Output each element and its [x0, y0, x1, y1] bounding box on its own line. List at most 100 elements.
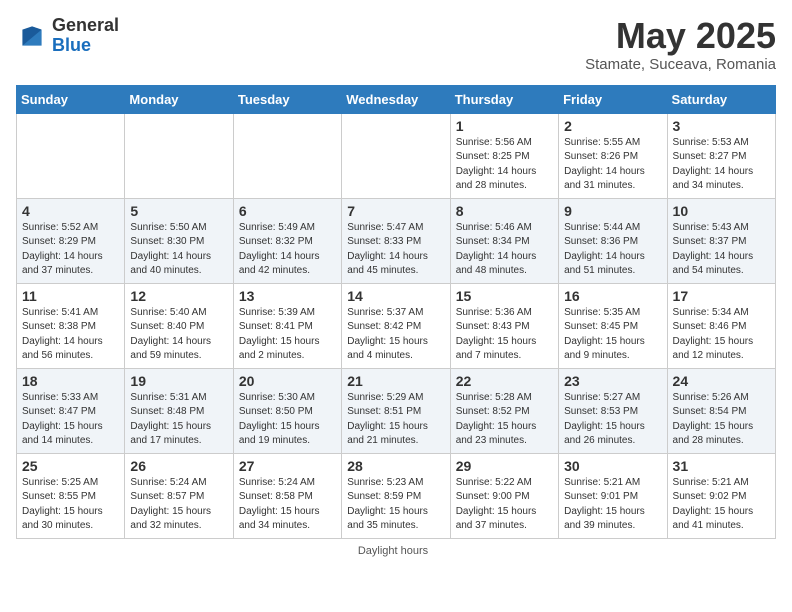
title-block: May 2025 Stamate, Suceava, Romania: [585, 16, 776, 73]
calendar-cell: [233, 113, 341, 198]
calendar-cell: 22Sunrise: 5:28 AM Sunset: 8:52 PM Dayli…: [450, 368, 558, 453]
calendar-cell: 15 Sunrise: 5:36 AM Sunset: 8:43 PM Dayli…: [450, 283, 558, 368]
day-info: Sunrise: 5:34 AM Sunset: 8:46 PM Dayligh…: [673, 306, 770, 364]
day-info: Sunrise: 5:50 AM Sunset: 8:30 PM Dayligh…: [130, 221, 227, 279]
day-info: Sunrise: 5:21 AM Sunset: 9:02 PM Dayligh…: [673, 476, 770, 534]
calendar-week-row: 18 Sunrise: 5:33 AM Sunset: 8:47 PM Dayli…: [17, 368, 776, 453]
calendar-footer: Daylight hours: [16, 545, 776, 557]
weekday-header-tuesday: Tuesday: [233, 85, 341, 113]
calendar-cell: 8Sunrise: 5:46 AM Sunset: 8:34 PM Daylig…: [450, 198, 558, 283]
day-number: 31: [673, 458, 770, 474]
calendar-week-row: 25 Sunrise: 5:25 AM Sunset: 8:55 PM Dayli…: [17, 453, 776, 538]
weekday-header-saturday: Saturday: [667, 85, 775, 113]
calendar-cell: 3Sunrise: 5:53 AM Sunset: 8:27 PM Daylig…: [667, 113, 775, 198]
calendar-cell: 19 Sunrise: 5:31 AM Sunset: 8:48 PM Dayli…: [125, 368, 233, 453]
day-number: 13: [239, 288, 336, 304]
calendar-cell: 5 Sunrise: 5:50 AM Sunset: 8:30 PM Daylig…: [125, 198, 233, 283]
day-number: 2: [564, 118, 661, 134]
day-number: 1: [456, 118, 553, 134]
day-number: 20: [239, 373, 336, 389]
calendar-cell: 29Sunrise: 5:22 AM Sunset: 9:00 PM Dayli…: [450, 453, 558, 538]
weekday-header-friday: Friday: [559, 85, 667, 113]
calendar-cell: 28 Sunrise: 5:23 AM Sunset: 8:59 PM Dayli…: [342, 453, 450, 538]
day-info: Sunrise: 5:24 AM Sunset: 8:58 PM Dayligh…: [239, 476, 336, 534]
day-number: 9: [564, 203, 661, 219]
calendar-cell: [17, 113, 125, 198]
day-info: Sunrise: 5:43 AM Sunset: 8:37 PM Dayligh…: [673, 221, 770, 279]
day-info: Sunrise: 5:39 AM Sunset: 8:41 PM Dayligh…: [239, 306, 336, 364]
day-number: 24: [673, 373, 770, 389]
logo-text: General Blue: [52, 16, 119, 56]
day-number: 26: [130, 458, 227, 474]
logo: General Blue: [16, 16, 119, 56]
day-info: Sunrise: 5:36 AM Sunset: 8:43 PM Dayligh…: [456, 306, 553, 364]
day-number: 25: [22, 458, 119, 474]
day-info: Sunrise: 5:30 AM Sunset: 8:50 PM Dayligh…: [239, 391, 336, 449]
calendar-cell: 21Sunrise: 5:29 AM Sunset: 8:51 PM Dayli…: [342, 368, 450, 453]
calendar-cell: 16 Sunrise: 5:35 AM Sunset: 8:45 PM Dayli…: [559, 283, 667, 368]
weekday-header-sunday: Sunday: [17, 85, 125, 113]
day-number: 12: [130, 288, 227, 304]
calendar-cell: 12 Sunrise: 5:40 AM Sunset: 8:40 PM Dayli…: [125, 283, 233, 368]
calendar-week-row: 1 Sunrise: 5:56 AM Sunset: 8:25 PM Daylig…: [17, 113, 776, 198]
day-info: Sunrise: 5:31 AM Sunset: 8:48 PM Dayligh…: [130, 391, 227, 449]
day-info: Sunrise: 5:47 AM Sunset: 8:33 PM Dayligh…: [347, 221, 444, 279]
day-number: 22: [456, 373, 553, 389]
day-number: 16: [564, 288, 661, 304]
calendar-cell: 9 Sunrise: 5:44 AM Sunset: 8:36 PM Daylig…: [559, 198, 667, 283]
day-info: Sunrise: 5:27 AM Sunset: 8:53 PM Dayligh…: [564, 391, 661, 449]
page-header: General Blue May 2025 Stamate, Suceava, …: [16, 16, 776, 73]
day-number: 19: [130, 373, 227, 389]
day-info: Sunrise: 5:55 AM Sunset: 8:26 PM Dayligh…: [564, 136, 661, 194]
calendar-cell: 1 Sunrise: 5:56 AM Sunset: 8:25 PM Daylig…: [450, 113, 558, 198]
logo-blue: Blue: [52, 36, 119, 56]
weekday-header-monday: Monday: [125, 85, 233, 113]
day-number: 18: [22, 373, 119, 389]
calendar-cell: [342, 113, 450, 198]
day-number: 15: [456, 288, 553, 304]
calendar-cell: 17 Sunrise: 5:34 AM Sunset: 8:46 PM Dayli…: [667, 283, 775, 368]
day-number: 23: [564, 373, 661, 389]
calendar-cell: 26 Sunrise: 5:24 AM Sunset: 8:57 PM Dayli…: [125, 453, 233, 538]
calendar-cell: 7Sunrise: 5:47 AM Sunset: 8:33 PM Daylig…: [342, 198, 450, 283]
logo-icon: [16, 20, 48, 52]
weekday-header-wednesday: Wednesday: [342, 85, 450, 113]
day-number: 17: [673, 288, 770, 304]
day-number: 21: [347, 373, 444, 389]
calendar-cell: 10Sunrise: 5:43 AM Sunset: 8:37 PM Dayli…: [667, 198, 775, 283]
day-info: Sunrise: 5:56 AM Sunset: 8:25 PM Dayligh…: [456, 136, 553, 194]
day-info: Sunrise: 5:41 AM Sunset: 8:38 PM Dayligh…: [22, 306, 119, 364]
day-number: 14: [347, 288, 444, 304]
day-info: Sunrise: 5:40 AM Sunset: 8:40 PM Dayligh…: [130, 306, 227, 364]
day-info: Sunrise: 5:21 AM Sunset: 9:01 PM Dayligh…: [564, 476, 661, 534]
day-info: Sunrise: 5:24 AM Sunset: 8:57 PM Dayligh…: [130, 476, 227, 534]
day-info: Sunrise: 5:25 AM Sunset: 8:55 PM Dayligh…: [22, 476, 119, 534]
weekday-header-thursday: Thursday: [450, 85, 558, 113]
day-number: 11: [22, 288, 119, 304]
calendar-cell: 20 Sunrise: 5:30 AM Sunset: 8:50 PM Dayli…: [233, 368, 341, 453]
day-info: Sunrise: 5:35 AM Sunset: 8:45 PM Dayligh…: [564, 306, 661, 364]
logo-general: General: [52, 16, 119, 36]
calendar-cell: 13 Sunrise: 5:39 AM Sunset: 8:41 PM Dayli…: [233, 283, 341, 368]
day-info: Sunrise: 5:33 AM Sunset: 8:47 PM Dayligh…: [22, 391, 119, 449]
day-info: Sunrise: 5:44 AM Sunset: 8:36 PM Dayligh…: [564, 221, 661, 279]
calendar-cell: 18 Sunrise: 5:33 AM Sunset: 8:47 PM Dayli…: [17, 368, 125, 453]
day-number: 30: [564, 458, 661, 474]
day-number: 29: [456, 458, 553, 474]
day-number: 27: [239, 458, 336, 474]
day-number: 4: [22, 203, 119, 219]
calendar-cell: [125, 113, 233, 198]
location-subtitle: Stamate, Suceava, Romania: [585, 56, 776, 73]
day-info: Sunrise: 5:23 AM Sunset: 8:59 PM Dayligh…: [347, 476, 444, 534]
calendar-week-row: 4 Sunrise: 5:52 AM Sunset: 8:29 PM Daylig…: [17, 198, 776, 283]
calendar-cell: 31 Sunrise: 5:21 AM Sunset: 9:02 PM Dayli…: [667, 453, 775, 538]
weekday-header-row: SundayMondayTuesdayWednesdayThursdayFrid…: [17, 85, 776, 113]
calendar-cell: 2 Sunrise: 5:55 AM Sunset: 8:26 PM Daylig…: [559, 113, 667, 198]
day-info: Sunrise: 5:37 AM Sunset: 8:42 PM Dayligh…: [347, 306, 444, 364]
day-info: Sunrise: 5:52 AM Sunset: 8:29 PM Dayligh…: [22, 221, 119, 279]
day-number: 28: [347, 458, 444, 474]
day-number: 8: [456, 203, 553, 219]
day-number: 5: [130, 203, 227, 219]
day-info: Sunrise: 5:53 AM Sunset: 8:27 PM Dayligh…: [673, 136, 770, 194]
footer-label: Daylight hours: [358, 545, 428, 557]
